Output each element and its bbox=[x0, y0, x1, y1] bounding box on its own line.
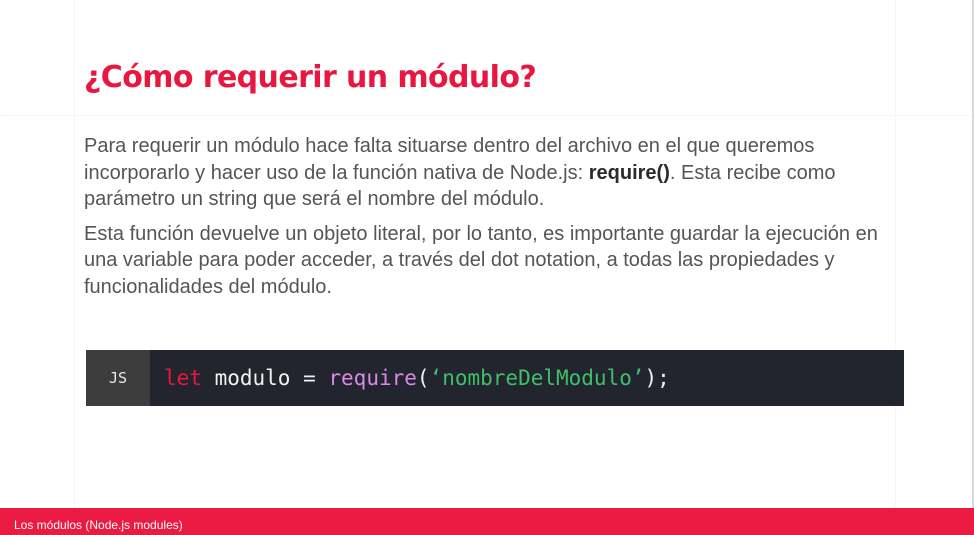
footer-bar: Los módulos (Node.js modules) bbox=[0, 508, 974, 535]
paragraph-return-value: Esta función devuelve un objeto literal,… bbox=[84, 222, 878, 298]
code-language-label: JS bbox=[86, 350, 150, 406]
slide-title: ¿Cómo requerir un módulo? bbox=[84, 60, 537, 95]
slide-body: Para requerir un módulo hace falta situa… bbox=[84, 133, 884, 308]
layout-guide-right bbox=[895, 0, 896, 508]
footer-label: Los módulos (Node.js modules) bbox=[14, 518, 183, 532]
code-string: ‘nombreDelModulo’ bbox=[429, 366, 645, 390]
code-open-paren: ( bbox=[416, 366, 430, 390]
require-function-name: require() bbox=[588, 161, 670, 184]
code-identifier: modulo bbox=[214, 366, 291, 390]
code-line: let modulo = require(‘nombreDelModulo’); bbox=[150, 350, 670, 406]
layout-guide-left bbox=[74, 0, 75, 508]
code-keyword: let bbox=[164, 366, 202, 390]
code-block: JS let modulo = require(‘nombreDelModulo… bbox=[86, 350, 904, 406]
code-operator: = bbox=[290, 366, 329, 390]
layout-guide-top bbox=[0, 115, 974, 116]
paragraph-require: Para requerir un módulo hace falta situa… bbox=[84, 133, 884, 213]
code-close: ); bbox=[644, 366, 670, 390]
code-function: require bbox=[328, 366, 417, 390]
